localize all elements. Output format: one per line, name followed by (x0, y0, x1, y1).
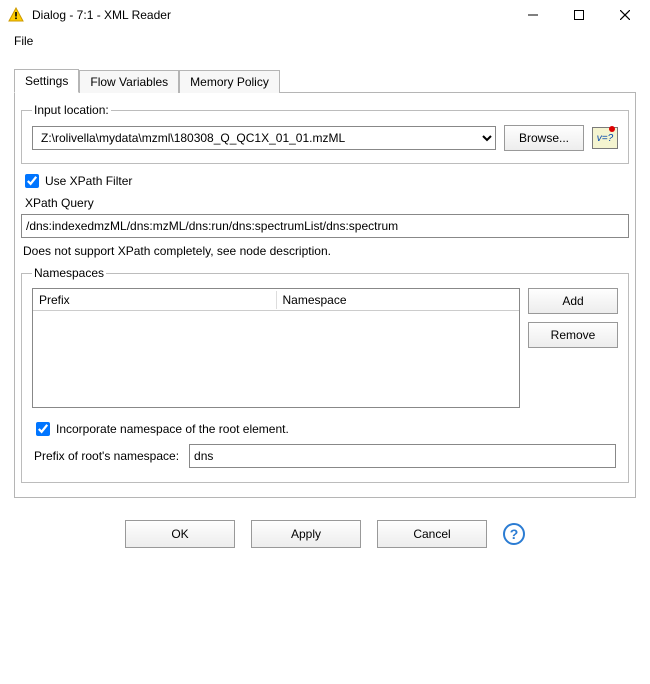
apply-button[interactable]: Apply (251, 520, 361, 548)
flow-variable-text: v=? (597, 133, 613, 144)
root-prefix-input[interactable] (189, 444, 616, 468)
minimize-button[interactable] (510, 0, 556, 30)
xpath-query-label: XPath Query (25, 196, 629, 210)
maximize-button[interactable] (556, 0, 602, 30)
dialog-footer: OK Apply Cancel ? (0, 508, 650, 564)
menubar: File (0, 30, 650, 56)
namespaces-table-header: Prefix Namespace (33, 289, 519, 311)
namespaces-col-namespace[interactable]: Namespace (277, 291, 520, 309)
cancel-button[interactable]: Cancel (377, 520, 487, 548)
namespaces-group: Namespaces Prefix Namespace Add Remove I… (21, 266, 629, 483)
input-location-combo[interactable]: Z:\rolivella\mydata\mzml\180308_Q_QC1X_0… (32, 126, 496, 150)
input-location-group: Input location: Z:\rolivella\mydata\mzml… (21, 103, 629, 164)
namespace-remove-button[interactable]: Remove (528, 322, 618, 348)
input-location-legend: Input location: (32, 103, 111, 117)
flow-variable-icon[interactable]: v=? (592, 127, 618, 149)
app-warning-icon (8, 7, 24, 23)
use-xpath-filter-checkbox[interactable] (25, 174, 39, 188)
namespaces-legend: Namespaces (32, 266, 106, 280)
close-button[interactable] (602, 0, 648, 30)
menu-file[interactable]: File (10, 32, 37, 50)
incorporate-root-namespace-label: Incorporate namespace of the root elemen… (56, 422, 289, 436)
window-title: Dialog - 7:1 - XML Reader (32, 8, 510, 22)
browse-button[interactable]: Browse... (504, 125, 584, 151)
tab-content-settings: Input location: Z:\rolivella\mydata\mzml… (14, 92, 636, 498)
ok-button[interactable]: OK (125, 520, 235, 548)
tab-settings[interactable]: Settings (14, 69, 79, 93)
namespaces-table[interactable]: Prefix Namespace (32, 288, 520, 408)
namespaces-col-prefix[interactable]: Prefix (33, 291, 277, 309)
use-xpath-filter-label: Use XPath Filter (45, 174, 132, 188)
tabstrip: Settings Flow Variables Memory Policy (14, 68, 636, 92)
flow-variable-red-dot-icon (609, 126, 615, 132)
xpath-hint: Does not support XPath completely, see n… (23, 244, 627, 258)
tab-memory-policy[interactable]: Memory Policy (179, 70, 280, 93)
xpath-query-input[interactable] (21, 214, 629, 238)
incorporate-root-namespace-checkbox[interactable] (36, 422, 50, 436)
titlebar: Dialog - 7:1 - XML Reader (0, 0, 650, 30)
namespace-add-button[interactable]: Add (528, 288, 618, 314)
tab-flow-variables[interactable]: Flow Variables (79, 70, 179, 93)
root-prefix-label: Prefix of root's namespace: (34, 449, 179, 463)
help-button[interactable]: ? (503, 523, 525, 545)
